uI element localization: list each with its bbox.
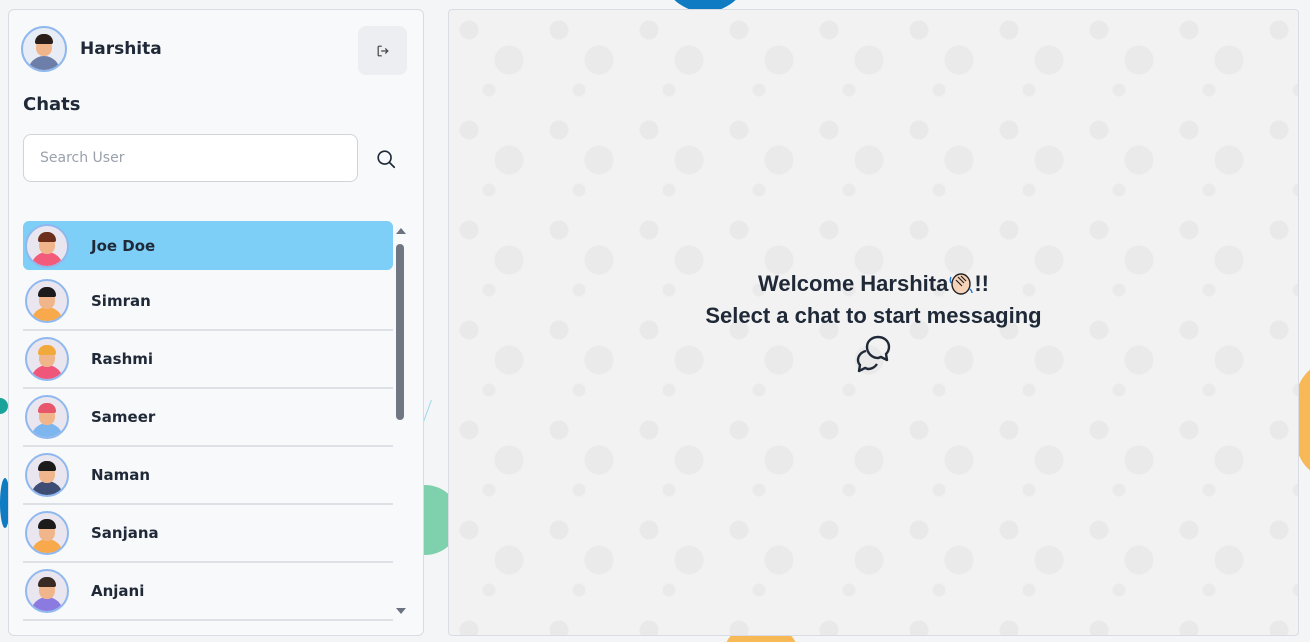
welcome-heading: Welcome Harshita !! bbox=[449, 268, 1298, 300]
chat-list-item[interactable]: Sameer bbox=[23, 389, 393, 447]
chat-bubbles-icon bbox=[856, 335, 890, 373]
welcome-exclaim: !! bbox=[974, 271, 989, 296]
decorative-blob bbox=[0, 398, 8, 414]
logout-icon bbox=[377, 45, 388, 56]
avatar-body bbox=[31, 365, 63, 379]
avatar bbox=[25, 223, 69, 268]
welcome-subtitle: Select a chat to start messaging bbox=[705, 303, 1042, 328]
profile-name: Harshita bbox=[80, 39, 162, 59]
avatar bbox=[25, 395, 69, 439]
chat-name: Joe Doe bbox=[91, 236, 156, 255]
avatar-hair bbox=[38, 403, 56, 413]
avatar bbox=[25, 453, 69, 497]
scroll-thumb[interactable] bbox=[396, 244, 404, 420]
logout-button[interactable] bbox=[358, 26, 407, 75]
avatar-hair bbox=[35, 34, 53, 44]
avatar-body bbox=[31, 423, 63, 437]
chat-name: Naman bbox=[91, 466, 151, 484]
search-input[interactable] bbox=[23, 134, 358, 182]
avatar-hair bbox=[38, 461, 56, 471]
avatar-body bbox=[31, 251, 63, 266]
welcome-message: Welcome Harshita !! Select a chat to sta… bbox=[449, 268, 1298, 382]
avatar-hair bbox=[38, 231, 56, 242]
search-icon bbox=[377, 150, 396, 169]
avatar-body bbox=[31, 539, 63, 553]
chats-heading: Chats bbox=[23, 94, 81, 115]
avatar bbox=[25, 511, 69, 555]
welcome-text: Welcome Harshita bbox=[758, 271, 949, 296]
chat-name: Sanjana bbox=[91, 524, 159, 542]
chat-name: Anjani bbox=[91, 582, 145, 600]
chat-name: Simran bbox=[91, 292, 151, 310]
chat-list-item[interactable]: Simran bbox=[23, 273, 393, 331]
scroll-up-arrow[interactable] bbox=[396, 228, 406, 234]
avatar-hair bbox=[38, 577, 56, 587]
chat-list-item[interactable]: Anjani bbox=[23, 563, 393, 621]
search-button[interactable] bbox=[373, 146, 399, 172]
avatar-hair bbox=[38, 519, 56, 529]
avatar-hair bbox=[38, 287, 56, 297]
chat-panel: Welcome Harshita !! Select a chat to sta… bbox=[448, 9, 1299, 636]
waving-hand-icon bbox=[949, 273, 974, 295]
chat-list-scrollbar[interactable] bbox=[395, 226, 407, 614]
avatar bbox=[25, 569, 69, 613]
chat-list-item[interactable]: Sanjana bbox=[23, 505, 393, 563]
chat-list-item[interactable]: Joe Doe bbox=[23, 221, 393, 270]
avatar-hair bbox=[38, 345, 56, 355]
chat-list-item[interactable]: Naman bbox=[23, 447, 393, 505]
avatar-body bbox=[31, 597, 63, 611]
avatar bbox=[25, 279, 69, 323]
chat-sidebar: Harshita Chats Joe Doe Simran Rashmi Sameer… bbox=[8, 9, 424, 636]
user-profile: Harshita bbox=[21, 26, 162, 72]
chat-name: Sameer bbox=[91, 408, 156, 426]
chat-name: Rashmi bbox=[91, 350, 154, 368]
avatar bbox=[25, 337, 69, 381]
scroll-down-arrow[interactable] bbox=[396, 608, 406, 614]
avatar-body bbox=[31, 481, 63, 495]
chat-list: Joe Doe Simran Rashmi Sameer Naman Sanjana Anj… bbox=[23, 221, 393, 621]
avatar-body bbox=[28, 56, 60, 70]
chat-list-item[interactable]: Rashmi bbox=[23, 331, 393, 389]
avatar-body bbox=[31, 307, 63, 321]
avatar bbox=[21, 26, 67, 72]
